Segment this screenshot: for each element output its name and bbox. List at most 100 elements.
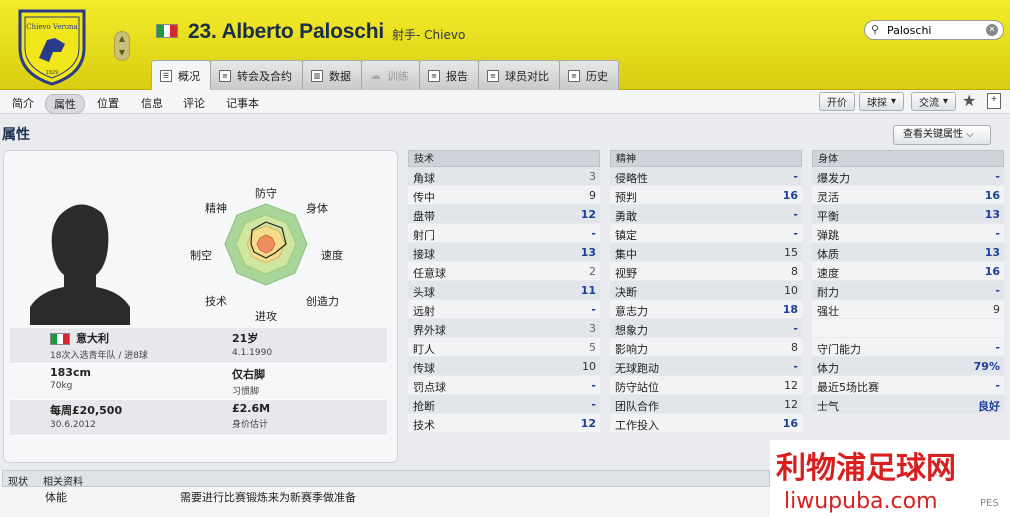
technical-attribute-row[interactable]: 盯人 5 — [408, 338, 600, 357]
make-offer-button[interactable]: 开价 — [819, 92, 855, 111]
attribute-name: 盘带 — [413, 210, 435, 223]
search-box[interactable]: ⚲ ✕ — [864, 20, 1004, 40]
technical-attribute-row[interactable]: 角球 3 — [408, 167, 600, 186]
mental-attribute-row[interactable]: 镇定 - — [610, 224, 802, 243]
technical-attribute-row[interactable]: 接球 13 — [408, 243, 600, 262]
radar-label-aerial: 制空 — [190, 249, 212, 262]
physical-attribute-row[interactable]: 灵活 16 — [812, 186, 1004, 205]
physical-attribute-row[interactable]: 爆发力 - — [812, 167, 1004, 186]
tab-history[interactable]: ≡ 历史 — [559, 60, 619, 90]
physical-extra-row[interactable]: 最近5场比赛 - — [812, 376, 1004, 395]
radar-label-mental: 精神 — [205, 202, 227, 215]
subnav-info[interactable]: 信息 — [133, 94, 171, 112]
mental-attribute-row[interactable]: 侵略性 - — [610, 167, 802, 186]
technical-attribute-row[interactable]: 任意球 2 — [408, 262, 600, 281]
physical-attribute-row[interactable]: 耐力 - — [812, 281, 1004, 300]
mental-attribute-row[interactable]: 勇敢 - — [610, 205, 802, 224]
physical-extra-row[interactable]: 守门能力 - — [812, 338, 1004, 357]
player-role[interactable]: 射手- Chievo — [392, 26, 465, 43]
tab-player-compare[interactable]: ≡ 球员对比 — [478, 60, 560, 90]
physical-attribute-row[interactable]: 体质 13 — [812, 243, 1004, 262]
attribute-name: 体力 — [817, 362, 839, 375]
subnav-notebook[interactable]: 记事本 — [218, 94, 267, 112]
attribute-value: - — [793, 322, 798, 335]
mental-attribute-row[interactable]: 防守站位 12 — [610, 376, 802, 395]
chevron-down-icon[interactable]: ▼ — [115, 46, 129, 60]
technical-attribute-row[interactable]: 传球 10 — [408, 357, 600, 376]
mental-attribute-row[interactable]: 团队合作 12 — [610, 395, 802, 414]
physical-extra-row[interactable]: 士气 良好 — [812, 395, 1004, 414]
tab-report[interactable]: ≡ 报告 — [419, 60, 479, 90]
interact-button[interactable]: 交流 ▾ — [911, 92, 957, 111]
mental-attribute-row[interactable]: 想象力 - — [610, 319, 802, 338]
star-icon[interactable]: ★ — [962, 91, 976, 110]
attribute-value: 15 — [784, 246, 798, 259]
technical-attribute-row[interactable]: 头球 11 — [408, 281, 600, 300]
subnav-comments[interactable]: 评论 — [175, 94, 213, 112]
view-key-attributes-button[interactable]: 查看关键属性 ⌵ — [893, 125, 991, 145]
mental-attribute-row[interactable]: 意志力 18 — [610, 300, 802, 319]
physical-attribute-row[interactable]: 平衡 13 — [812, 205, 1004, 224]
age: 21岁 — [232, 332, 259, 345]
attribute-name: 集中 — [615, 248, 637, 261]
mental-attribute-row[interactable]: 预判 16 — [610, 186, 802, 205]
player-silhouette — [30, 204, 130, 325]
tab-transfer-contract[interactable]: ≡ 转会及合约 — [210, 60, 303, 90]
add-note-icon[interactable]: + — [987, 93, 1001, 109]
technical-attribute-row[interactable]: 传中 9 — [408, 186, 600, 205]
attribute-value: - — [995, 341, 1000, 354]
attribute-name: 镇定 — [615, 229, 637, 242]
attribute-value: - — [591, 303, 596, 316]
status-column-label: 现状 — [8, 477, 28, 488]
attribute-name: 爆发力 — [817, 172, 850, 185]
physical-attribute-row[interactable]: 强壮 9 — [812, 300, 1004, 319]
technical-header: 技术 — [408, 150, 600, 167]
scout-button[interactable]: 球探 ▾ — [859, 92, 905, 111]
subnav-positions[interactable]: 位置 — [89, 94, 127, 112]
radar-label-defend: 防守 — [255, 187, 277, 200]
tab-overview[interactable]: ☰ 概况 — [151, 60, 211, 91]
subnav-summary[interactable]: 简介 — [4, 94, 42, 112]
svg-text:liwupuba.com: liwupuba.com — [784, 489, 938, 514]
attribute-value: - — [995, 170, 1000, 183]
profile-card-icon: ☰ — [160, 70, 172, 82]
physical-extra-row[interactable]: 体力 79% — [812, 357, 1004, 376]
technical-attribute-row[interactable]: 抢断 - — [408, 395, 600, 414]
clear-search-icon[interactable]: ✕ — [986, 24, 998, 36]
technical-attribute-row[interactable]: 远射 - — [408, 300, 600, 319]
height: 183cm — [50, 366, 91, 379]
mental-attribute-row[interactable]: 影响力 8 — [610, 338, 802, 357]
physical-header: 身体 — [812, 150, 1004, 167]
attribute-value: 13 — [580, 246, 596, 259]
physical-attribute-row[interactable]: 速度 16 — [812, 262, 1004, 281]
technical-attribute-row[interactable]: 界外球 3 — [408, 319, 600, 338]
technical-attribute-row[interactable]: 射门 - — [408, 224, 600, 243]
technical-attribute-row[interactable]: 盘带 12 — [408, 205, 600, 224]
search-input[interactable] — [887, 23, 983, 37]
mental-attribute-row[interactable]: 无球跑动 - — [610, 357, 802, 376]
club-crest[interactable]: Chievo Verona 1929 — [17, 8, 87, 86]
attribute-name: 平衡 — [817, 210, 839, 223]
italy-flag-icon — [156, 24, 178, 38]
physical-attribute-row[interactable]: 弹跳 - — [812, 224, 1004, 243]
technical-attribute-row[interactable]: 技术 12 — [408, 414, 600, 433]
attribute-value: - — [591, 379, 596, 392]
mental-attribute-row[interactable]: 决断 10 — [610, 281, 802, 300]
attribute-name: 侵略性 — [615, 172, 648, 185]
mental-attribute-row[interactable]: 集中 15 — [610, 243, 802, 262]
physical-attributes: 身体 爆发力 - 灵活 16 平衡 13 弹跳 - 体质 13 速度 16 耐力 - 强壮 9 守门能力 - 体力 7… — [812, 150, 1004, 414]
technical-attribute-row[interactable]: 罚点球 - — [408, 376, 600, 395]
wage: 每周£20,500 — [50, 404, 123, 417]
contract-expiry: 30.6.2012 — [50, 420, 96, 430]
tab-stats[interactable]: ▥ 数据 — [302, 60, 362, 90]
tab-training[interactable]: ☁ 训练 — [361, 60, 420, 90]
crest-navigation[interactable]: ▲ ▼ — [114, 31, 130, 61]
status-row-text: 需要进行比赛锻炼来为新赛季做准备 — [180, 491, 356, 504]
mental-attribute-row[interactable]: 工作投入 16 — [610, 414, 802, 433]
attribute-value: 5 — [589, 341, 596, 354]
chevron-up-icon[interactable]: ▲ — [115, 32, 129, 46]
subnav-attributes[interactable]: 属性 — [45, 94, 85, 114]
svg-text:利物浦足球网: 利物浦足球网 — [776, 451, 956, 486]
mental-attribute-row[interactable]: 视野 8 — [610, 262, 802, 281]
attribute-value: - — [995, 379, 1000, 392]
